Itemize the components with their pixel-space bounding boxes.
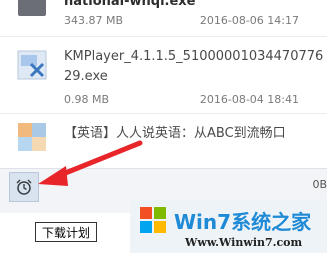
file-date: 2016-08-06 14:17 — [199, 14, 299, 27]
file-name: KMPlayer_4.1.1.5_51000001034470776 — [64, 49, 324, 64]
file-name: national-whql.exe — [64, 0, 196, 9]
tooltip: 下载计划 — [35, 222, 97, 242]
file-name-continued: 29.exe — [64, 69, 108, 84]
exe-file-icon — [18, 0, 46, 16]
download-item[interactable]: 【英语】人人说英语：从ABC到流畅口 — [0, 114, 327, 154]
kmplayer-icon — [17, 50, 47, 80]
file-date: 2016-08-04 18:41 — [199, 93, 299, 106]
video-file-icon — [18, 123, 46, 151]
file-name: 【英语】人人说英语：从ABC到流畅口 — [64, 126, 286, 141]
watermark-brand: Win7系统之家 — [174, 210, 312, 234]
speed-readout: 0B — [312, 178, 327, 191]
alarm-clock-icon — [15, 178, 33, 196]
file-size: 343.87 MB — [64, 14, 124, 27]
watermark-site: Www.Winwin7.com — [185, 236, 303, 249]
download-schedule-button[interactable] — [9, 172, 39, 202]
file-size: 0.98 MB — [64, 93, 110, 106]
download-item[interactable]: national-whql.exe 343.87 MB 2016-08-06 1… — [0, 0, 327, 36]
download-item[interactable]: KMPlayer_4.1.1.5_51000001034470776 29.ex… — [0, 37, 327, 113]
